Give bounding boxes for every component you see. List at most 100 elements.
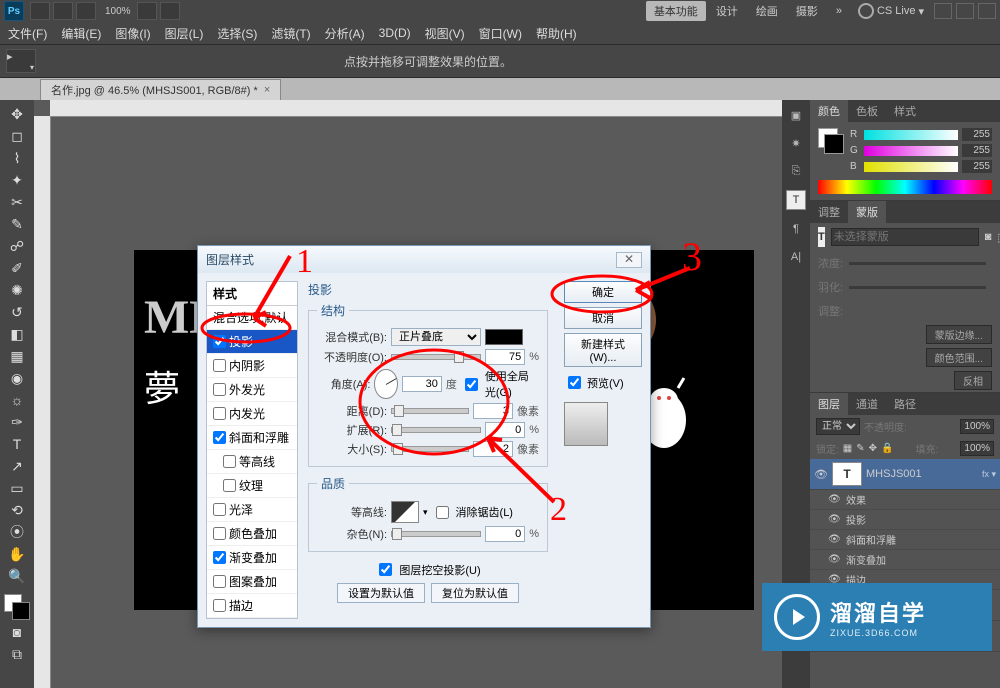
- style-checkbox[interactable]: [223, 479, 236, 492]
- visibility-icon[interactable]: 👁: [828, 494, 842, 505]
- workspace-painting[interactable]: 绘画: [748, 1, 786, 21]
- workspace-essentials[interactable]: 基本功能: [646, 1, 706, 21]
- menu-edit[interactable]: 编辑(E): [55, 23, 107, 44]
- restore-icon[interactable]: [956, 3, 974, 19]
- preview-checkbox[interactable]: [568, 376, 581, 389]
- style-checkbox[interactable]: [213, 551, 226, 564]
- zoom-level[interactable]: 100%: [105, 6, 131, 17]
- style-list-header[interactable]: 样式: [207, 282, 297, 306]
- g-value[interactable]: 255: [962, 144, 992, 157]
- cancel-button[interactable]: 取消: [564, 307, 642, 329]
- mask-edge-button[interactable]: 蒙版边缘...: [926, 325, 992, 344]
- tab-close-icon[interactable]: ×: [264, 84, 270, 96]
- quickmask-icon[interactable]: ◙: [6, 622, 28, 642]
- layer-row[interactable]: 👁TMHSJS001fx ▾: [810, 459, 1000, 490]
- wand-tool-icon[interactable]: ✦: [6, 170, 28, 190]
- menu-layer[interactable]: 图层(L): [159, 23, 210, 44]
- noise-slider[interactable]: [391, 531, 481, 537]
- move-tool-icon[interactable]: ✥: [6, 104, 28, 124]
- size-slider[interactable]: [391, 446, 469, 452]
- style-checkbox[interactable]: [213, 335, 226, 348]
- b-slider[interactable]: [864, 162, 958, 172]
- style-option-渐变叠加[interactable]: 渐变叠加: [207, 546, 297, 570]
- style-checkbox[interactable]: [223, 455, 236, 468]
- toolbar-btn[interactable]: [137, 2, 157, 20]
- style-option-纹理[interactable]: 纹理: [207, 474, 297, 498]
- dialog-close-icon[interactable]: ✕: [616, 252, 642, 268]
- contour-picker[interactable]: [391, 501, 419, 523]
- style-option-外发光[interactable]: 外发光: [207, 378, 297, 402]
- menu-3d[interactable]: 3D(D): [373, 24, 417, 42]
- visibility-icon[interactable]: 👁: [828, 554, 842, 565]
- crop-tool-icon[interactable]: ✂: [6, 192, 28, 212]
- lock-transparency-icon[interactable]: ▦: [843, 443, 852, 454]
- antialias-checkbox[interactable]: [436, 506, 449, 519]
- knockout-checkbox[interactable]: [379, 563, 392, 576]
- toolbar-btn[interactable]: [76, 2, 96, 20]
- visibility-icon[interactable]: 👁: [828, 514, 842, 525]
- lasso-tool-icon[interactable]: ⌇: [6, 148, 28, 168]
- menu-image[interactable]: 图像(I): [109, 23, 156, 44]
- style-option-内阴影[interactable]: 内阴影: [207, 354, 297, 378]
- menu-select[interactable]: 选择(S): [211, 23, 263, 44]
- g-slider[interactable]: [864, 146, 958, 156]
- toolbar-btn[interactable]: [53, 2, 73, 20]
- type-tool-icon[interactable]: T: [6, 434, 28, 454]
- path-tool-icon[interactable]: ↗: [6, 456, 28, 476]
- opacity-input[interactable]: [485, 349, 525, 365]
- paragraph-panel-icon[interactable]: ¶: [787, 220, 805, 238]
- tab-paths[interactable]: 路径: [886, 393, 924, 415]
- tab-mask[interactable]: 蒙版: [848, 201, 886, 223]
- clone-panel-icon[interactable]: ⎘: [787, 162, 805, 180]
- 3d-tool-icon[interactable]: ⟲: [6, 500, 28, 520]
- blur-tool-icon[interactable]: ◉: [6, 368, 28, 388]
- layer-effect-item[interactable]: 👁投影: [810, 510, 1000, 530]
- cslive-button[interactable]: CS Live ▾: [858, 3, 924, 19]
- distance-slider[interactable]: [391, 408, 469, 414]
- shadow-color-swatch[interactable]: [485, 329, 523, 345]
- pen-tool-icon[interactable]: ✑: [6, 412, 28, 432]
- toolbar-btn[interactable]: [30, 2, 50, 20]
- style-option-投影[interactable]: 投影: [207, 330, 297, 354]
- eraser-tool-icon[interactable]: ◧: [6, 324, 28, 344]
- workspace-more[interactable]: »: [828, 3, 850, 19]
- color-swatches[interactable]: [4, 594, 30, 620]
- pixel-mask-icon[interactable]: ◙: [985, 231, 992, 243]
- angle-input[interactable]: [402, 376, 442, 392]
- distance-input[interactable]: [473, 403, 513, 419]
- style-option-光泽[interactable]: 光泽: [207, 498, 297, 522]
- document-tab[interactable]: 名作.jpg @ 46.5% (MHSJS001, RGB/8#) * ×: [40, 79, 281, 100]
- spread-input[interactable]: [485, 422, 525, 438]
- invert-button[interactable]: 反相: [954, 371, 992, 390]
- menu-window[interactable]: 窗口(W): [473, 23, 528, 44]
- r-value[interactable]: 255: [962, 128, 992, 141]
- noise-input[interactable]: [485, 526, 525, 542]
- shape-tool-icon[interactable]: ▭: [6, 478, 28, 498]
- angle-dial[interactable]: [374, 369, 397, 399]
- heal-tool-icon[interactable]: ☍: [6, 236, 28, 256]
- tab-channels[interactable]: 通道: [848, 393, 886, 415]
- menu-file[interactable]: 文件(F): [2, 23, 53, 44]
- tab-styles[interactable]: 样式: [886, 100, 924, 122]
- mask-name-field[interactable]: [831, 228, 979, 246]
- style-checkbox[interactable]: [213, 503, 226, 516]
- layer-effect-item[interactable]: 👁斜面和浮雕: [810, 530, 1000, 550]
- dialog-titlebar[interactable]: 图层样式 ✕: [198, 246, 650, 273]
- lock-pixels-icon[interactable]: ✎: [856, 443, 864, 454]
- font-panel-icon[interactable]: A|: [787, 248, 805, 266]
- color-swatches[interactable]: [818, 128, 844, 154]
- fx-badge[interactable]: fx ▾: [982, 469, 996, 480]
- tool-preset[interactable]: ▸▾: [6, 49, 36, 73]
- ok-button[interactable]: 确定: [564, 281, 642, 303]
- set-default-button[interactable]: 设置为默认值: [337, 583, 425, 603]
- style-option-颜色叠加[interactable]: 颜色叠加: [207, 522, 297, 546]
- menu-filter[interactable]: 滤镜(T): [265, 23, 316, 44]
- style-checkbox[interactable]: [213, 383, 226, 396]
- r-slider[interactable]: [864, 130, 958, 140]
- tab-layers[interactable]: 图层: [810, 393, 848, 415]
- opacity-slider[interactable]: [391, 354, 481, 360]
- blending-options-item[interactable]: 混合选项:默认: [207, 306, 297, 330]
- lock-position-icon[interactable]: ✥: [869, 443, 877, 454]
- style-option-等高线[interactable]: 等高线: [207, 450, 297, 474]
- blend-mode-select[interactable]: 正常: [816, 418, 860, 435]
